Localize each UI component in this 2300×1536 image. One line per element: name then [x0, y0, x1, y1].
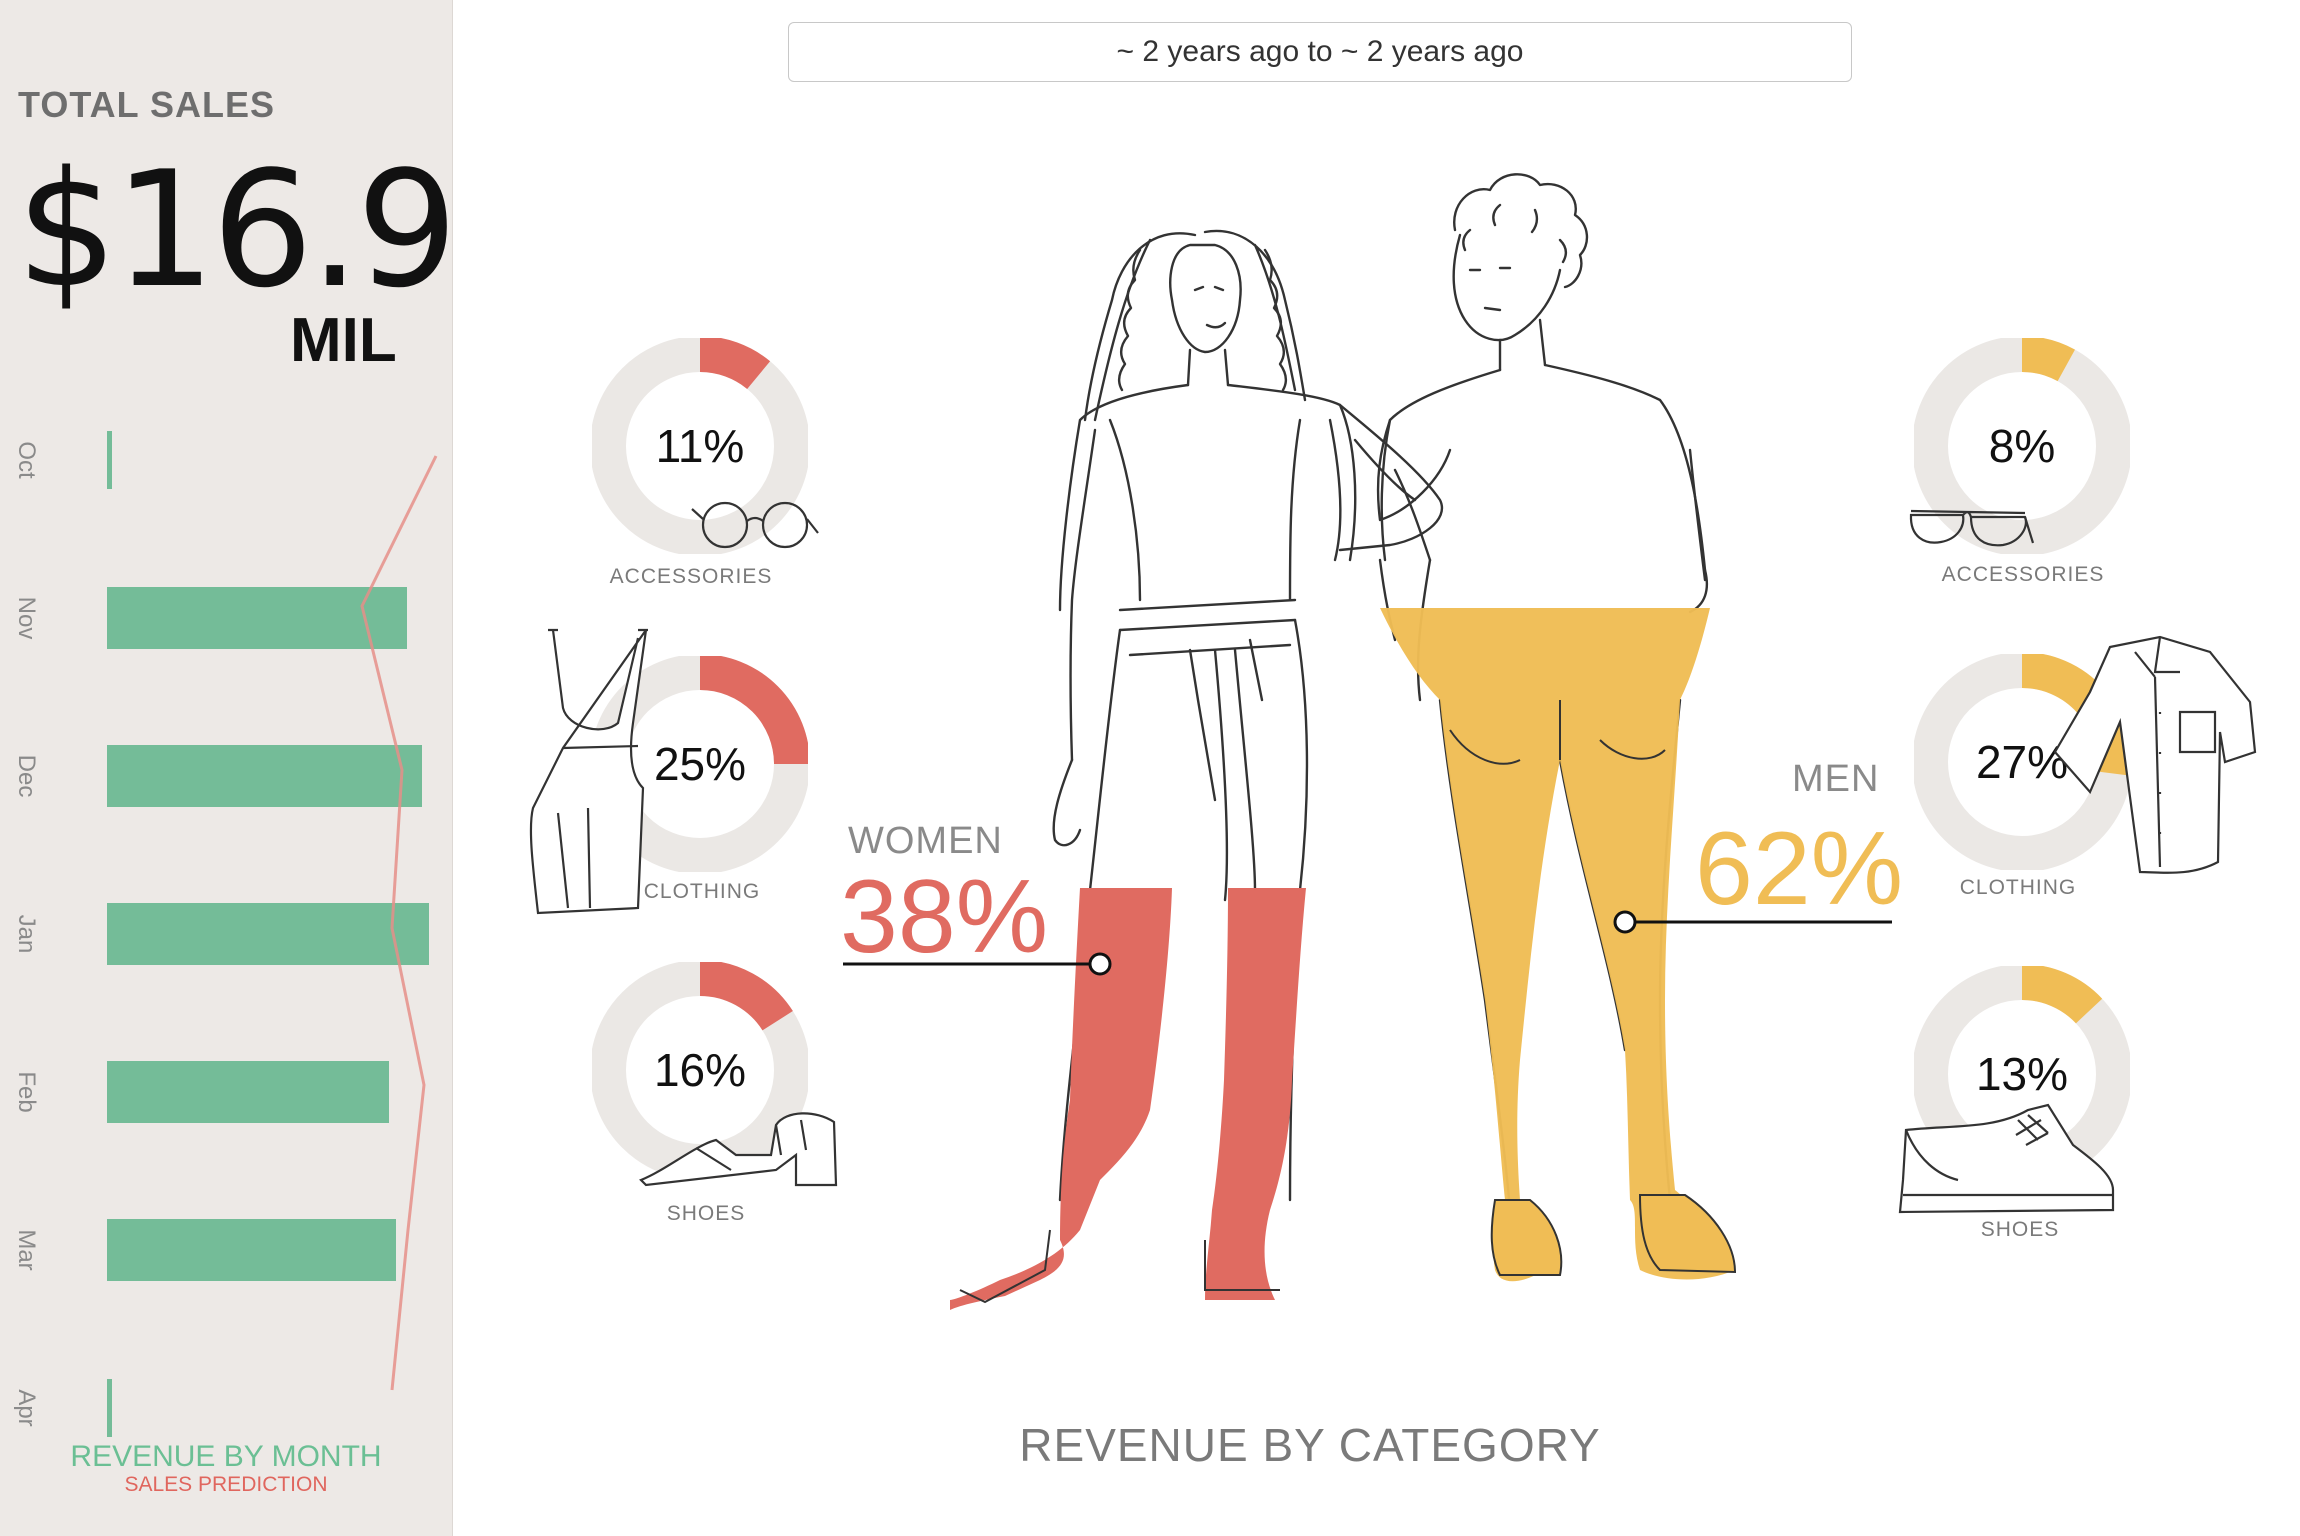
boot-icon [1898, 1103, 2115, 1214]
woman-face [1169, 243, 1242, 354]
aviator-glasses-icon [1909, 509, 2035, 547]
shirt-icon [2053, 635, 2257, 874]
man-torso [1380, 363, 1707, 572]
dress-icon [529, 628, 648, 915]
women-label: WOMEN [848, 820, 1003, 862]
man-pants-fill [1380, 608, 1737, 1282]
women-shoes-label: SHOES [666, 1202, 746, 1225]
sandal-icon [639, 1112, 838, 1187]
men-accessories-label: ACCESSORIES [1941, 563, 2105, 586]
men-label: MEN [1792, 758, 1880, 800]
women-accessories-label: ACCESSORIES [609, 565, 773, 588]
round-glasses-icon [691, 501, 819, 549]
woman-torso [1058, 383, 1357, 612]
woman-hair [1083, 229, 1307, 422]
men-shoes-label: SHOES [1980, 1218, 2060, 1241]
men-percentage: 62% [1695, 811, 1904, 927]
man-face [1452, 233, 1562, 342]
revenue-by-category-title: REVENUE BY CATEGORY [1019, 1419, 1601, 1471]
women-percentage: 38% [840, 859, 1049, 975]
